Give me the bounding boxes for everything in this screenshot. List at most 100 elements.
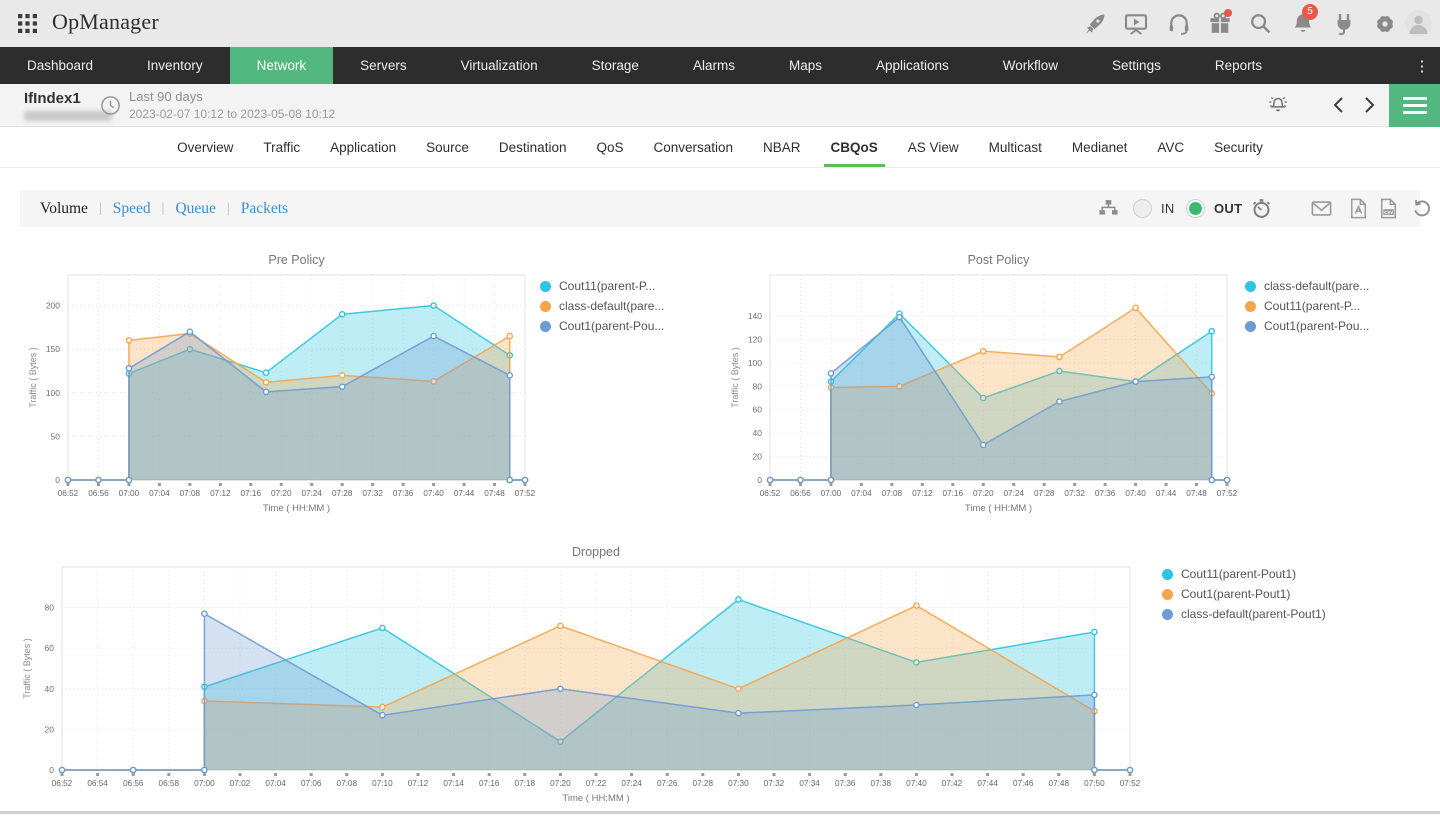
svg-text:07:36: 07:36 — [393, 489, 414, 498]
panel-menu-button[interactable] — [1389, 84, 1440, 127]
headset-icon[interactable] — [1167, 12, 1191, 36]
nav-item-reports[interactable]: Reports — [1188, 47, 1289, 84]
svg-text:07:04: 07:04 — [149, 489, 170, 498]
nav-item-settings[interactable]: Settings — [1085, 47, 1188, 84]
alarm-bell-icon[interactable] — [1267, 94, 1289, 116]
legend-item[interactable]: class-default(pare... — [540, 296, 664, 316]
svg-text:07:08: 07:08 — [180, 489, 201, 498]
svg-text:06:56: 06:56 — [88, 489, 109, 498]
hierarchy-icon[interactable] — [1098, 198, 1119, 219]
nav-item-network[interactable]: Network — [230, 47, 334, 84]
svg-text:07:32: 07:32 — [362, 489, 383, 498]
timer-icon[interactable] — [1251, 198, 1272, 219]
app-grid-icon[interactable] — [18, 14, 37, 33]
tab-avc[interactable]: AVC — [1142, 127, 1199, 167]
svg-text:06:52: 06:52 — [760, 489, 781, 498]
mail-icon[interactable] — [1311, 198, 1332, 219]
tab-multicast[interactable]: Multicast — [974, 127, 1057, 167]
svg-text:07:16: 07:16 — [241, 489, 262, 498]
tab-source[interactable]: Source — [411, 127, 484, 167]
view-link-packets[interactable]: Packets — [241, 200, 288, 218]
nav-item-storage[interactable]: Storage — [565, 47, 666, 84]
svg-text:120: 120 — [748, 334, 762, 344]
tab-destination[interactable]: Destination — [484, 127, 582, 167]
out-radio[interactable] — [1186, 199, 1205, 218]
svg-text:07:34: 07:34 — [799, 779, 820, 788]
svg-text:Post Policy: Post Policy — [968, 253, 1031, 267]
tab-cbqos[interactable]: CBQoS — [816, 127, 893, 167]
reset-icon[interactable] — [1411, 198, 1432, 219]
svg-text:140: 140 — [748, 311, 762, 321]
legend-item[interactable]: Cout11(parent-P... — [540, 276, 664, 296]
csv-icon[interactable]: csv — [1378, 198, 1399, 219]
pre-policy-legend: Cout11(parent-P...class-default(pare...C… — [540, 276, 664, 336]
legend-item[interactable]: Cout11(parent-P... — [1245, 296, 1369, 316]
out-label[interactable]: OUT — [1214, 201, 1242, 216]
view-link-volume[interactable]: Volume — [40, 200, 88, 218]
svg-text:07:44: 07:44 — [1156, 489, 1177, 498]
nav-overflow-menu[interactable]: ⋮ — [1410, 47, 1434, 84]
search-icon[interactable] — [1249, 12, 1273, 36]
svg-text:07:40: 07:40 — [423, 489, 444, 498]
svg-text:07:06: 07:06 — [301, 779, 322, 788]
svg-text:07:28: 07:28 — [332, 489, 353, 498]
svg-text:20: 20 — [45, 724, 55, 734]
legend-item[interactable]: Cout1(parent-Pou... — [540, 316, 664, 336]
user-avatar[interactable] — [1405, 10, 1432, 37]
svg-text:80: 80 — [753, 381, 763, 391]
tab-nbar[interactable]: NBAR — [748, 127, 816, 167]
view-link-speed[interactable]: Speed — [113, 200, 151, 218]
time-period-label[interactable]: Last 90 days — [129, 89, 203, 104]
view-link-queue[interactable]: Queue — [175, 200, 215, 218]
tab-security[interactable]: Security — [1199, 127, 1278, 167]
svg-text:07:28: 07:28 — [1034, 489, 1055, 498]
pre-policy-chart: Pre Policy05010015020006:5206:5607:0007:… — [25, 248, 535, 533]
svg-text:Dropped: Dropped — [572, 545, 620, 559]
presentation-icon[interactable] — [1124, 12, 1148, 36]
tab-medianet[interactable]: Medianet — [1057, 127, 1143, 167]
nav-item-dashboard[interactable]: Dashboard — [0, 47, 120, 84]
svg-text:07:24: 07:24 — [1003, 489, 1024, 498]
svg-text:07:08: 07:08 — [882, 489, 903, 498]
post-policy-legend: class-default(pare...Cout11(parent-P...C… — [1245, 276, 1369, 336]
view-separator: | — [99, 201, 102, 217]
legend-item[interactable]: Cout1(parent-Pou... — [1245, 316, 1369, 336]
legend-label: class-default(parent-Pout1) — [1181, 607, 1326, 621]
gear-icon[interactable] — [1373, 12, 1397, 36]
nav-item-maps[interactable]: Maps — [762, 47, 849, 84]
page-title: IfIndex1 — [24, 90, 81, 107]
legend-item[interactable]: class-default(pare... — [1245, 276, 1369, 296]
legend-item[interactable]: Cout11(parent-Pout1) — [1162, 564, 1326, 584]
nav-item-applications[interactable]: Applications — [849, 47, 976, 84]
chevron-left-icon[interactable] — [1330, 94, 1348, 116]
svg-text:Pre Policy: Pre Policy — [268, 253, 325, 267]
svg-text:07:00: 07:00 — [119, 489, 140, 498]
legend-item[interactable]: class-default(parent-Pout1) — [1162, 604, 1326, 624]
svg-text:06:56: 06:56 — [790, 489, 811, 498]
dropped-legend: Cout11(parent-Pout1)Cout1(parent-Pout1) c… — [1162, 564, 1326, 624]
tab-overview[interactable]: Overview — [162, 127, 248, 167]
post-policy-chart: Post Policy02040608010012014006:5206:560… — [727, 248, 1237, 533]
tab-application[interactable]: Application — [315, 127, 411, 167]
nav-item-virtualization[interactable]: Virtualization — [434, 47, 565, 84]
svg-text:07:36: 07:36 — [1095, 489, 1116, 498]
tab-traffic[interactable]: Traffic — [248, 127, 315, 167]
rocket-icon[interactable] — [1083, 12, 1107, 36]
tab-qos[interactable]: QoS — [581, 127, 638, 167]
in-label[interactable]: IN — [1161, 201, 1175, 216]
svg-text:07:12: 07:12 — [210, 489, 231, 498]
nav-item-servers[interactable]: Servers — [333, 47, 434, 84]
svg-text:0: 0 — [757, 475, 762, 485]
plug-icon[interactable] — [1332, 12, 1356, 36]
legend-item[interactable]: Cout1(parent-Pout1) — [1162, 584, 1326, 604]
pdf-icon[interactable] — [1348, 198, 1369, 219]
nav-item-inventory[interactable]: Inventory — [120, 47, 230, 84]
svg-text:07:04: 07:04 — [265, 779, 286, 788]
in-radio[interactable] — [1133, 199, 1152, 218]
nav-item-alarms[interactable]: Alarms — [666, 47, 762, 84]
chevron-right-icon[interactable] — [1360, 94, 1378, 116]
svg-text:07:46: 07:46 — [1013, 779, 1034, 788]
tab-as-view[interactable]: AS View — [893, 127, 974, 167]
nav-item-workflow[interactable]: Workflow — [976, 47, 1085, 84]
tab-conversation[interactable]: Conversation — [638, 127, 748, 167]
